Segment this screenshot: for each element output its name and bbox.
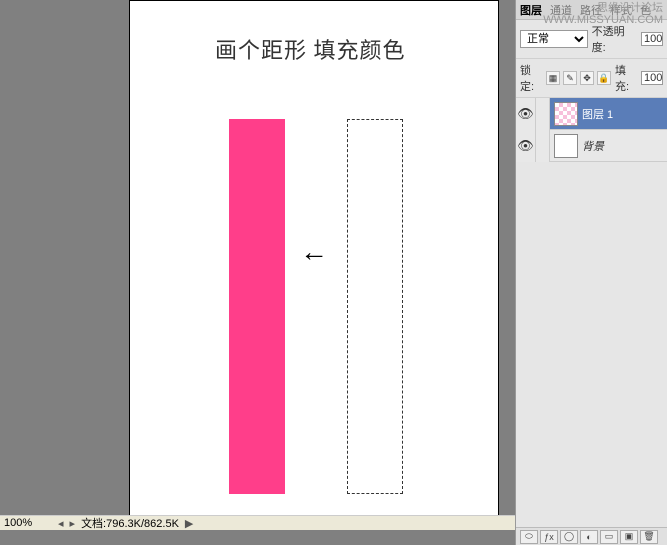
panel-tabs: 图层 通道 路径 样式 色: [516, 0, 667, 20]
arrow-left-icon: ←: [300, 236, 328, 268]
layer-thumbnail[interactable]: [554, 102, 578, 126]
layers-panel: 图层 通道 路径 样式 色 正常 不透明度: 100 锁定: ▦ ✎ ✥ 🔒 填…: [515, 0, 667, 545]
tab-styles[interactable]: 样式: [610, 2, 632, 18]
layer-row-background[interactable]: 👁 背景: [516, 130, 667, 162]
pink-rectangle: [229, 119, 285, 494]
layer-thumbnail[interactable]: [554, 134, 578, 158]
eye-icon: 👁: [517, 106, 534, 122]
workspace: 画个距形 填充颜色 ← 100% ◂ ▸ 文档:796.3K/862.5K ▶: [0, 0, 515, 530]
new-layer-icon[interactable]: ▣: [620, 530, 638, 544]
lock-paint-icon[interactable]: ✎: [563, 71, 577, 85]
play-icon[interactable]: ▶: [185, 517, 193, 530]
eye-icon: 👁: [517, 138, 534, 154]
lock-move-icon[interactable]: ✥: [580, 71, 594, 85]
tab-layers[interactable]: 图层: [520, 2, 542, 18]
mask-icon[interactable]: ◯: [560, 530, 578, 544]
blend-mode-select[interactable]: 正常: [520, 30, 588, 48]
status-bar: 100% ◂ ▸ 文档:796.3K/862.5K ▶: [0, 515, 515, 530]
layer-name[interactable]: 图层 1: [582, 106, 613, 122]
nav-right-icon[interactable]: ▸: [70, 517, 76, 530]
adjustment-icon[interactable]: ◐: [580, 530, 598, 544]
visibility-toggle[interactable]: 👁: [516, 98, 536, 130]
panel-footer: ⬭ ƒx ◯ ◐ ▭ ▣ 🗑: [516, 527, 667, 545]
layer-row-1[interactable]: 👁 图层 1: [516, 98, 667, 130]
fill-label: 填充:: [615, 62, 637, 94]
fx-icon[interactable]: ƒx: [540, 530, 558, 544]
instruction-text: 画个距形 填充颜色: [215, 33, 406, 65]
doc-info: 文档:796.3K/862.5K: [81, 515, 179, 531]
blend-row: 正常 不透明度: 100: [516, 20, 667, 59]
lock-all-icon[interactable]: 🔒: [597, 71, 611, 85]
opacity-value[interactable]: 100: [641, 32, 663, 46]
opacity-label: 不透明度:: [592, 23, 637, 55]
nav-left-icon[interactable]: ◂: [58, 517, 64, 530]
group-icon[interactable]: ▭: [600, 530, 618, 544]
lock-transparent-icon[interactable]: ▦: [546, 71, 560, 85]
trash-icon[interactable]: 🗑: [640, 530, 658, 544]
selection-marquee[interactable]: [347, 119, 403, 494]
link-col[interactable]: [536, 98, 550, 130]
link-layers-icon[interactable]: ⬭: [520, 530, 538, 544]
tab-paths[interactable]: 路径: [580, 2, 602, 18]
layer-list: 👁 图层 1 👁 背景: [516, 98, 667, 162]
visibility-toggle[interactable]: 👁: [516, 130, 536, 162]
zoom-value[interactable]: 100%: [4, 517, 52, 529]
lock-label: 锁定:: [520, 62, 542, 94]
tab-color[interactable]: 色: [640, 2, 651, 18]
tab-channels[interactable]: 通道: [550, 2, 572, 18]
layer-name[interactable]: 背景: [582, 138, 604, 154]
link-col[interactable]: [536, 130, 550, 162]
lock-row: 锁定: ▦ ✎ ✥ 🔒 填充: 100: [516, 59, 667, 98]
fill-value[interactable]: 100: [641, 71, 663, 85]
